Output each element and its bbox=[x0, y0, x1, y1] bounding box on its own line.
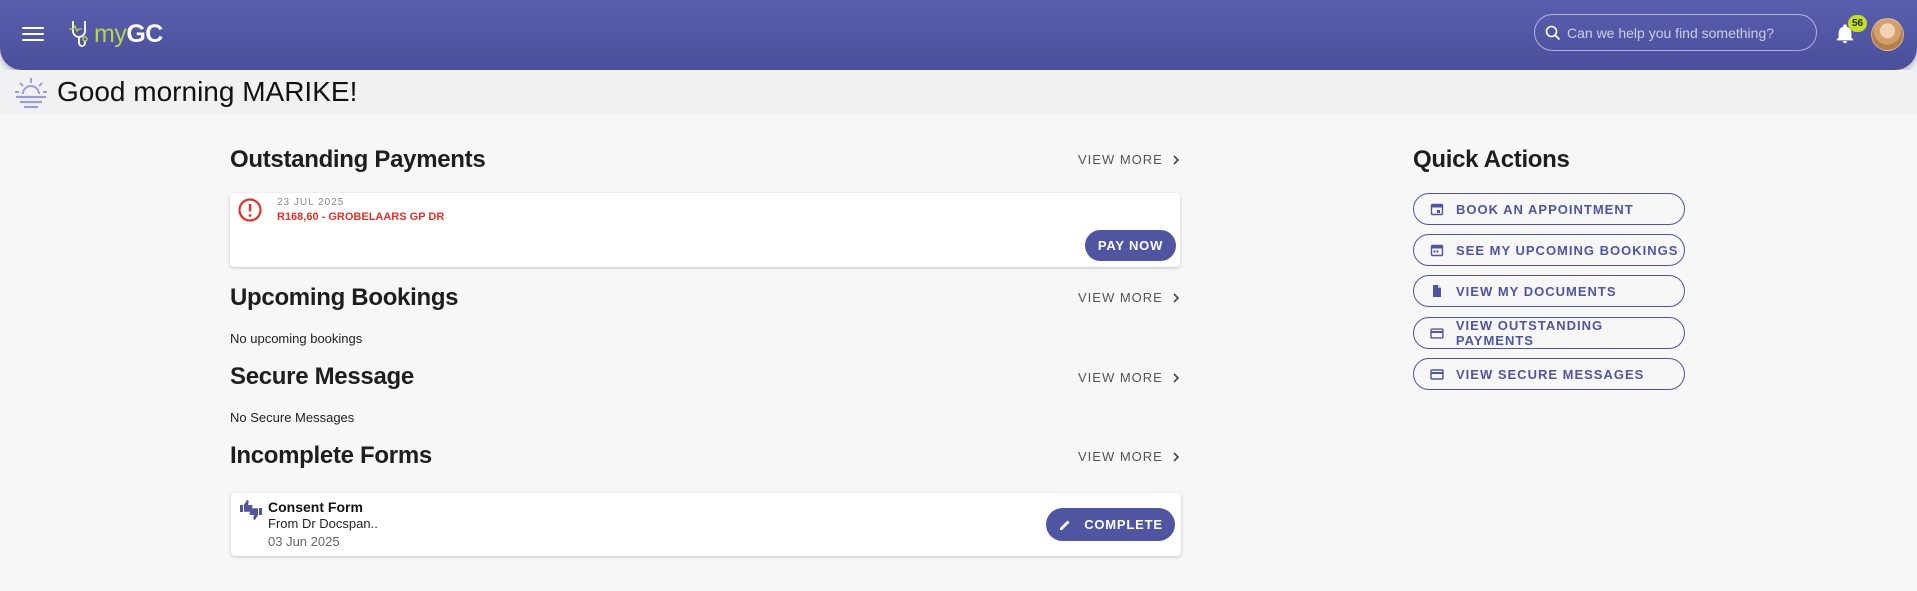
top-app-bar: myGC 56 bbox=[0, 0, 1917, 70]
incomplete-forms-view-more[interactable]: VIEW MORE bbox=[1078, 449, 1183, 464]
complete-button[interactable]: COMPLETE bbox=[1046, 508, 1175, 541]
search-icon bbox=[1545, 25, 1561, 40]
form-date: 03 Jun 2025 bbox=[268, 534, 340, 549]
form-card: Consent Form From Dr Docspan.. 03 Jun 20… bbox=[231, 493, 1181, 556]
upcoming-bookings-button[interactable]: SEE MY UPCOMING BOOKINGS bbox=[1413, 234, 1685, 266]
payment-amount: R168,60 - GROBELAARS GP DR bbox=[277, 211, 445, 223]
logo-text-gc: GC bbox=[126, 19, 163, 48]
credit-card-icon bbox=[1430, 369, 1444, 380]
chevron-right-icon bbox=[1173, 292, 1179, 303]
view-documents-button[interactable]: VIEW MY DOCUMENTS bbox=[1413, 275, 1685, 307]
notification-count-badge: 56 bbox=[1848, 15, 1867, 32]
view-documents-label: VIEW MY DOCUMENTS bbox=[1456, 283, 1617, 299]
book-appointment-label: BOOK AN APPOINTMENT bbox=[1456, 201, 1634, 217]
pay-now-button[interactable]: PAY NOW bbox=[1085, 230, 1176, 261]
document-icon bbox=[1433, 285, 1441, 297]
alert-circle-icon bbox=[238, 198, 262, 222]
view-secure-messages-label: VIEW SECURE MESSAGES bbox=[1456, 366, 1645, 382]
complete-button-label: COMPLETE bbox=[1084, 517, 1163, 532]
sunrise-icon bbox=[15, 78, 47, 109]
logo-text-my: my bbox=[94, 19, 127, 48]
quick-actions-title: Quick Actions bbox=[1413, 146, 1570, 173]
upcoming-bookings-title: Upcoming Bookings bbox=[230, 284, 459, 311]
book-appointment-button[interactable]: BOOK AN APPOINTMENT bbox=[1413, 193, 1685, 225]
secure-message-title: Secure Message bbox=[230, 363, 414, 390]
greeting-heading: Good morning MARIKE! bbox=[57, 76, 358, 107]
secure-message-empty: No Secure Messages bbox=[230, 410, 355, 425]
search-input[interactable] bbox=[1567, 24, 1807, 41]
chevron-right-icon bbox=[1173, 154, 1179, 165]
menu-icon[interactable] bbox=[22, 24, 44, 42]
secure-message-view-more[interactable]: VIEW MORE bbox=[1078, 370, 1183, 385]
view-outstanding-payments-button[interactable]: VIEW OUTSTANDING PAYMENTS bbox=[1413, 317, 1685, 349]
pencil-icon bbox=[1060, 520, 1070, 530]
user-avatar[interactable] bbox=[1871, 18, 1904, 51]
payment-card: 23 JUL 2025 R168,60 - GROBELAARS GP DR P… bbox=[230, 193, 1180, 267]
app-logo[interactable]: myGC bbox=[68, 17, 163, 51]
form-from: From Dr Docspan.. bbox=[268, 516, 378, 531]
chevron-right-icon bbox=[1173, 451, 1179, 462]
view-more-label: VIEW MORE bbox=[1078, 449, 1163, 464]
view-secure-messages-button[interactable]: VIEW SECURE MESSAGES bbox=[1413, 358, 1685, 390]
calendar-icon bbox=[1430, 244, 1444, 257]
view-more-label: VIEW MORE bbox=[1078, 290, 1163, 305]
upcoming-bookings-label: SEE MY UPCOMING BOOKINGS bbox=[1456, 242, 1679, 258]
upcoming-bookings-view-more[interactable]: VIEW MORE bbox=[1078, 290, 1183, 305]
chevron-right-icon bbox=[1173, 372, 1179, 383]
thumbs-up-down-icon bbox=[240, 500, 262, 520]
outstanding-payments-title: Outstanding Payments bbox=[230, 146, 486, 173]
view-more-label: VIEW MORE bbox=[1078, 370, 1163, 385]
view-more-label: VIEW MORE bbox=[1078, 152, 1163, 167]
payment-date: 23 JUL 2025 bbox=[277, 197, 345, 208]
form-title: Consent Form bbox=[268, 499, 363, 515]
outstanding-payments-view-more[interactable]: VIEW MORE bbox=[1078, 152, 1183, 167]
upcoming-bookings-empty: No upcoming bookings bbox=[230, 331, 363, 346]
view-outstanding-payments-label: VIEW OUTSTANDING PAYMENTS bbox=[1455, 318, 1604, 348]
search-box[interactable] bbox=[1534, 14, 1817, 51]
incomplete-forms-title: Incomplete Forms bbox=[230, 442, 432, 469]
stethoscope-logo-icon bbox=[69, 21, 88, 47]
calendar-plus-icon bbox=[1430, 203, 1444, 216]
credit-card-icon bbox=[1430, 328, 1444, 339]
